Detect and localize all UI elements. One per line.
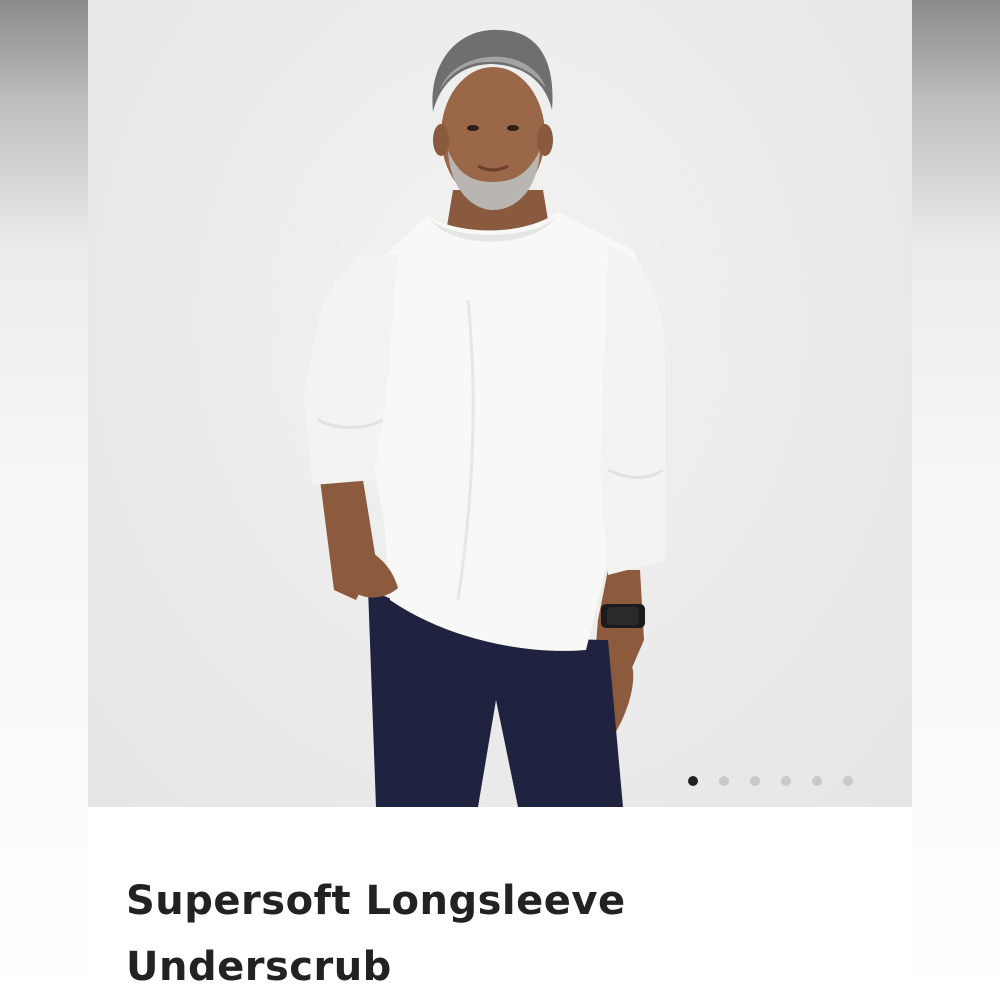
product-model-photo[interactable] bbox=[88, 0, 912, 807]
product-title: Supersoft Longsleeve Underscrub bbox=[126, 868, 886, 1000]
carousel-dot-6[interactable] bbox=[843, 776, 853, 786]
carousel-pagination bbox=[688, 776, 853, 786]
screen: Supersoft Longsleeve Underscrub bbox=[0, 0, 1000, 1000]
product-title-line-2: Underscrub bbox=[126, 944, 392, 990]
left-backdrop bbox=[0, 0, 88, 1000]
carousel-dot-3[interactable] bbox=[750, 776, 760, 786]
carousel-dot-2[interactable] bbox=[719, 776, 729, 786]
right-backdrop bbox=[912, 0, 1000, 1000]
product-card: Supersoft Longsleeve Underscrub bbox=[88, 0, 912, 1000]
carousel-dot-1[interactable] bbox=[688, 776, 698, 786]
carousel-dot-4[interactable] bbox=[781, 776, 791, 786]
product-image-carousel[interactable] bbox=[88, 0, 912, 807]
carousel-dot-5[interactable] bbox=[812, 776, 822, 786]
product-title-line-1: Supersoft Longsleeve bbox=[126, 878, 626, 924]
